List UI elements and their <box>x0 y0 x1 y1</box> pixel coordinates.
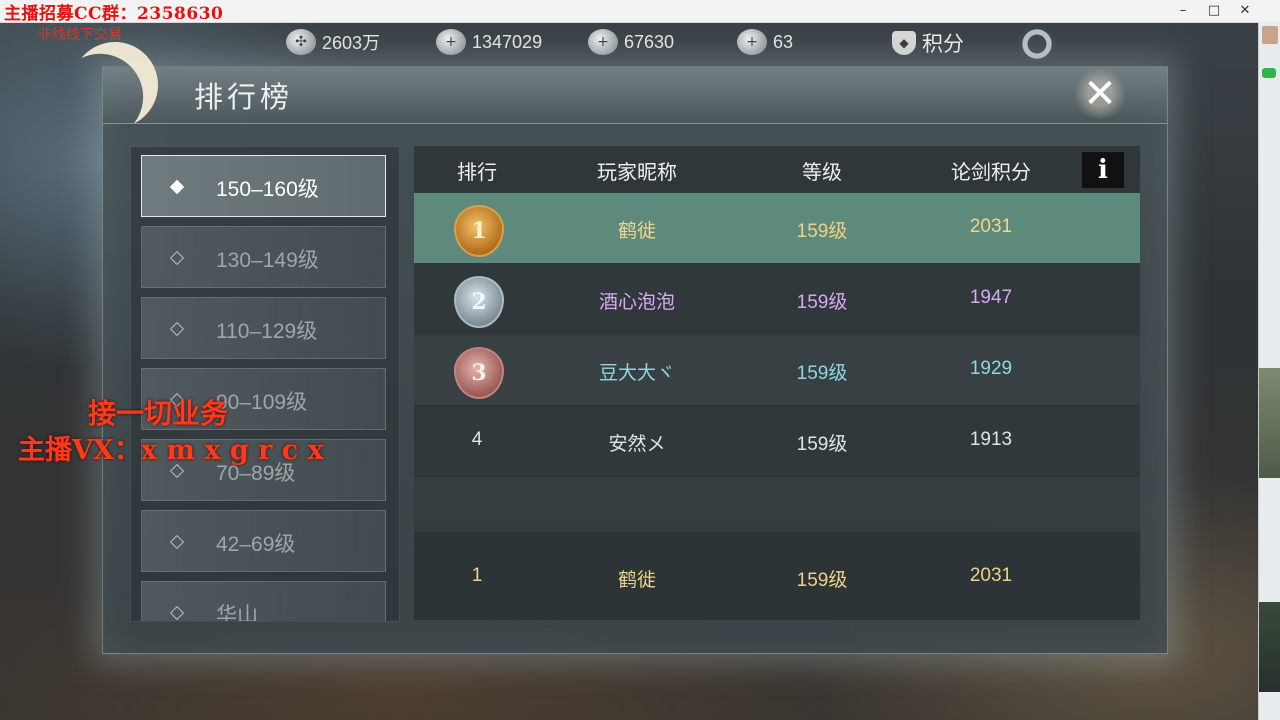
table-row[interactable]: 1 鹤徙 159级 2031 <box>414 193 1140 263</box>
player-score: 1913 <box>969 429 1013 450</box>
table-header: 排行 玩家昵称 等级 论剑积分 i <box>414 146 1140 192</box>
diamond-icon <box>169 605 185 621</box>
tab-label: 42–69级 <box>216 533 296 556</box>
page-title: 排行榜 <box>194 80 294 114</box>
my-name: 鹤徙 <box>617 570 656 591</box>
player-score: 2031 <box>969 216 1013 237</box>
player-rank: 4 <box>471 429 483 450</box>
stream-trade-overlay: 非线线下交易 <box>38 27 122 43</box>
player-level: 159级 <box>796 292 848 313</box>
my-rank-row: 1 鹤徙 159级 2031 <box>414 534 1140 620</box>
currency-value: 63 <box>773 31 794 52</box>
tab-label: 150–160级 <box>216 178 319 201</box>
header-score: 论剑积分 <box>951 160 1031 184</box>
shield-icon: ◆ <box>892 31 916 55</box>
currency-gold: + 63 <box>737 28 793 56</box>
my-rank: 1 <box>471 565 483 586</box>
bronze-medal-icon: 3 <box>454 347 504 399</box>
currency-silver: + 1347029 <box>436 28 542 56</box>
header-rank: 排行 <box>457 160 497 184</box>
close-window-button[interactable]: ✕ <box>1230 0 1260 22</box>
score-button-label: 积分 <box>922 32 964 56</box>
side-app-strip <box>1258 22 1280 720</box>
gold-medal-icon: 1 <box>454 205 504 257</box>
player-name: 酒心泡泡 <box>598 292 675 313</box>
player-name: 安然メ <box>608 434 666 455</box>
table-row[interactable]: 3 豆大大ヾ 159级 1929 <box>414 335 1140 405</box>
jade-ticket-icon: + <box>588 29 618 55</box>
diamond-icon <box>169 250 185 266</box>
table-row-empty <box>414 477 1140 532</box>
gold-ingot-icon: + <box>737 29 767 55</box>
minimize-button[interactable]: – <box>1168 0 1198 22</box>
tab-110-129[interactable]: 110–129级 <box>141 297 386 359</box>
tab-label: 90–109级 <box>216 391 308 414</box>
player-level: 159级 <box>796 434 848 455</box>
silver-medal-icon: 2 <box>454 276 504 328</box>
tab-label: 130–149级 <box>216 249 319 272</box>
preview-thumbnail <box>1259 368 1280 478</box>
tab-130-149[interactable]: 130–149级 <box>141 226 386 288</box>
preview-thumbnail-2 <box>1259 602 1280 692</box>
level-tab-list: 150–160级 130–149级 110–129级 90–109级 70–89… <box>130 146 400 622</box>
settings-gear-icon[interactable] <box>1018 26 1056 62</box>
avatar[interactable] <box>1262 26 1278 44</box>
diamond-icon <box>169 534 185 550</box>
table-row[interactable]: 2 酒心泡泡 159级 1947 <box>414 264 1140 334</box>
maximize-button[interactable]: □ <box>1199 0 1229 22</box>
player-score: 1947 <box>969 287 1013 308</box>
my-level: 159级 <box>796 570 848 591</box>
currency-value: 2603万 <box>322 33 381 53</box>
player-level: 159级 <box>796 221 848 242</box>
header-level: 等级 <box>802 160 842 184</box>
ranking-table: 排行 玩家昵称 等级 论剑积分 i 1 鹤徙 159级 2031 2 酒心泡泡 … <box>414 146 1140 620</box>
header-name: 玩家昵称 <box>597 160 677 184</box>
stream-recruit-overlay: 主播招募CC群：2358630 <box>4 4 224 24</box>
player-score: 1929 <box>969 358 1013 379</box>
stream-ad-line1: 接一切业务 <box>88 397 229 430</box>
currency-value: 67630 <box>624 31 675 52</box>
tab-huashan[interactable]: 华山 <box>141 581 386 622</box>
player-name: 豆大大ヾ <box>598 363 675 384</box>
player-level: 159级 <box>796 363 848 384</box>
info-icon[interactable]: i <box>1082 152 1124 188</box>
silver-ingot-icon: + <box>436 29 466 55</box>
player-name: 鹤徙 <box>617 221 656 242</box>
stream-ad-line2: 主播VX：x m x g r c x <box>18 435 324 466</box>
film-reel-icon: ✣ <box>286 29 316 55</box>
currency-value: 1347029 <box>472 31 543 52</box>
tab-42-69[interactable]: 42–69级 <box>141 510 386 572</box>
score-button[interactable]: ◆ 积分 <box>892 28 964 58</box>
chat-icon[interactable] <box>1262 68 1276 78</box>
close-icon[interactable]: ✕ <box>1072 66 1128 122</box>
diamond-icon <box>169 321 185 337</box>
tab-label: 华山 <box>216 604 258 622</box>
tab-label: 110–129级 <box>216 320 318 343</box>
currency-jade: + 67630 <box>588 28 674 56</box>
currency-coins: ✣ 2603万 <box>286 28 380 56</box>
table-row[interactable]: 4 安然メ 159级 1913 <box>414 406 1140 476</box>
tab-150-160[interactable]: 150–160级 <box>141 155 386 217</box>
my-score: 2031 <box>969 565 1013 586</box>
diamond-icon <box>169 179 185 195</box>
